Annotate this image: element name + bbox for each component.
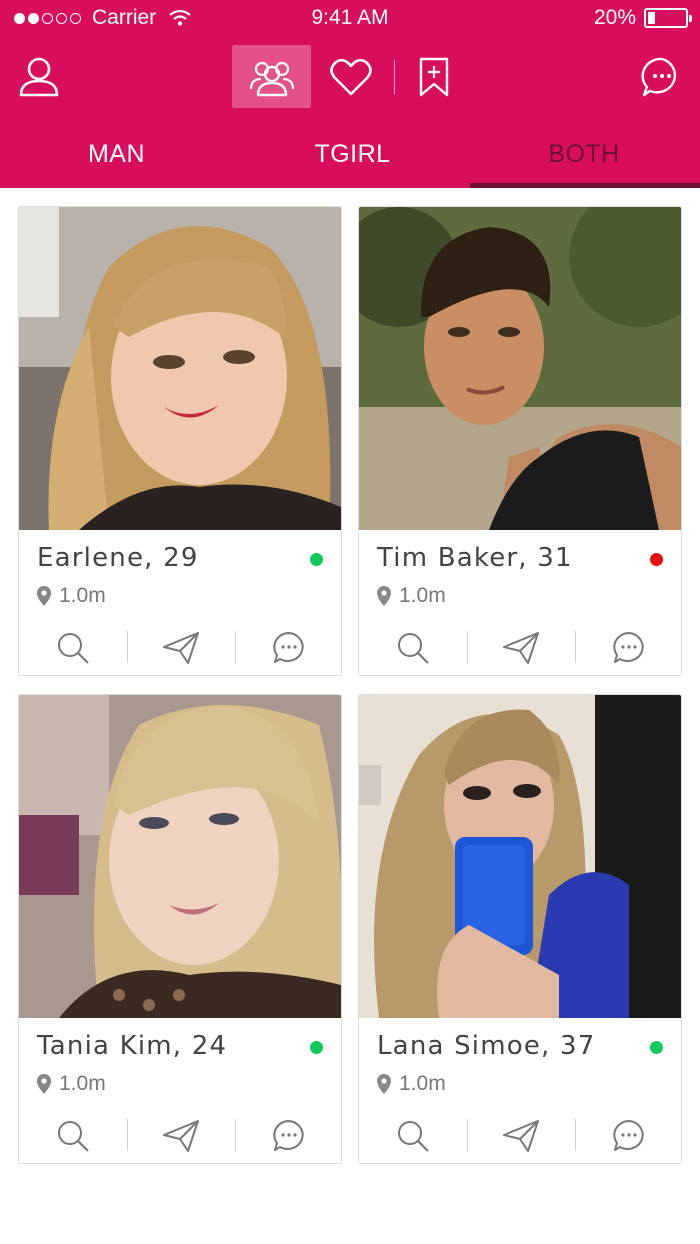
- location-pin-icon: [37, 1074, 51, 1094]
- favorites-button[interactable]: [324, 50, 378, 104]
- online-status-indicator: [650, 1041, 663, 1054]
- profile-name: Lana Simoe, 37: [377, 1031, 596, 1061]
- profile-card[interactable]: Lana Simoe, 37 1.0m: [358, 694, 682, 1164]
- view-profile-button[interactable]: [19, 629, 127, 667]
- app-header: Carrier 9:41 AM 20% MAN TGIRL BOTH: [0, 0, 700, 188]
- view-profile-button[interactable]: [19, 1117, 127, 1155]
- tab-both[interactable]: BOTH: [468, 122, 700, 188]
- selected-tab-indicator: [470, 183, 700, 188]
- battery-level: [648, 12, 656, 24]
- profile-icon: [19, 57, 59, 97]
- distance: 1.0m: [37, 1071, 106, 1097]
- profile-button[interactable]: [14, 52, 64, 102]
- location-pin-icon: [37, 586, 51, 606]
- profile-card[interactable]: Tim Baker, 31 1.0m: [358, 206, 682, 676]
- online-status-indicator: [650, 553, 663, 566]
- card-actions: [359, 621, 681, 675]
- online-status-indicator: [310, 1041, 323, 1054]
- profile-photo[interactable]: [19, 207, 341, 530]
- search-icon: [398, 1121, 429, 1152]
- profile-name: Earlene, 29: [37, 543, 199, 573]
- distance: 1.0m: [377, 583, 446, 609]
- battery-icon: [644, 8, 692, 28]
- card-actions: [359, 1109, 681, 1163]
- battery-status: 20%: [593, 6, 692, 30]
- distance: 1.0m: [377, 1071, 446, 1097]
- status-bar: Carrier 9:41 AM 20%: [0, 0, 700, 40]
- send-icon: [503, 1120, 539, 1152]
- chat-icon: [613, 1120, 644, 1151]
- heart-icon: [330, 58, 372, 96]
- card-actions: [19, 1109, 341, 1163]
- profile-name: Tim Baker, 31: [377, 543, 573, 573]
- bookmark-add-icon: [419, 57, 449, 97]
- battery-percent: 20%: [593, 6, 636, 29]
- profile-photo[interactable]: [359, 695, 681, 1018]
- tab-man[interactable]: MAN: [0, 122, 233, 188]
- search-icon: [58, 1121, 89, 1152]
- view-profile-button[interactable]: [359, 629, 467, 667]
- bookmark-button[interactable]: [412, 50, 456, 104]
- toolbar: [0, 40, 700, 114]
- card-actions: [19, 621, 341, 675]
- profile-name-row: Tania Kim, 24: [37, 1031, 327, 1065]
- toolbar-divider: [394, 60, 395, 94]
- profile-name-row: Tim Baker, 31: [377, 543, 667, 577]
- location-pin-icon: [377, 1074, 391, 1094]
- send-message-button[interactable]: [467, 629, 575, 667]
- send-message-button[interactable]: [127, 629, 235, 667]
- send-icon: [163, 632, 199, 664]
- view-profile-button[interactable]: [359, 1117, 467, 1155]
- distance-value: 1.0m: [59, 1072, 106, 1095]
- chat-icon: [641, 57, 677, 97]
- send-message-button[interactable]: [127, 1117, 235, 1155]
- chat-button[interactable]: [575, 1117, 681, 1155]
- profile-photo[interactable]: [359, 207, 681, 530]
- messages-button[interactable]: [636, 50, 688, 104]
- distance-value: 1.0m: [59, 584, 106, 607]
- profile-card[interactable]: Earlene, 29 1.0m: [18, 206, 342, 676]
- profile-name: Tania Kim, 24: [37, 1031, 228, 1061]
- profile-card[interactable]: Tania Kim, 24 1.0m: [18, 694, 342, 1164]
- online-status-indicator: [310, 553, 323, 566]
- profile-name-row: Earlene, 29: [37, 543, 327, 577]
- location-pin-icon: [377, 586, 391, 606]
- send-icon: [503, 632, 539, 664]
- search-icon: [58, 633, 89, 664]
- profile-name-row: Lana Simoe, 37: [377, 1031, 667, 1065]
- distance-value: 1.0m: [399, 1072, 446, 1095]
- search-icon: [398, 633, 429, 664]
- chat-button[interactable]: [235, 1117, 341, 1155]
- filter-tabs: MAN TGIRL BOTH: [0, 122, 700, 188]
- distance-value: 1.0m: [399, 584, 446, 607]
- chat-button[interactable]: [235, 629, 341, 667]
- users-icon: [249, 61, 294, 96]
- chat-icon: [273, 632, 304, 663]
- tab-tgirl[interactable]: TGIRL: [236, 122, 469, 188]
- chat-icon: [613, 632, 644, 663]
- send-message-button[interactable]: [467, 1117, 575, 1155]
- chat-button[interactable]: [575, 629, 681, 667]
- send-icon: [163, 1120, 199, 1152]
- distance: 1.0m: [37, 583, 106, 609]
- users-tab-button[interactable]: [232, 45, 311, 108]
- chat-icon: [273, 1120, 304, 1151]
- profile-photo[interactable]: [19, 695, 341, 1018]
